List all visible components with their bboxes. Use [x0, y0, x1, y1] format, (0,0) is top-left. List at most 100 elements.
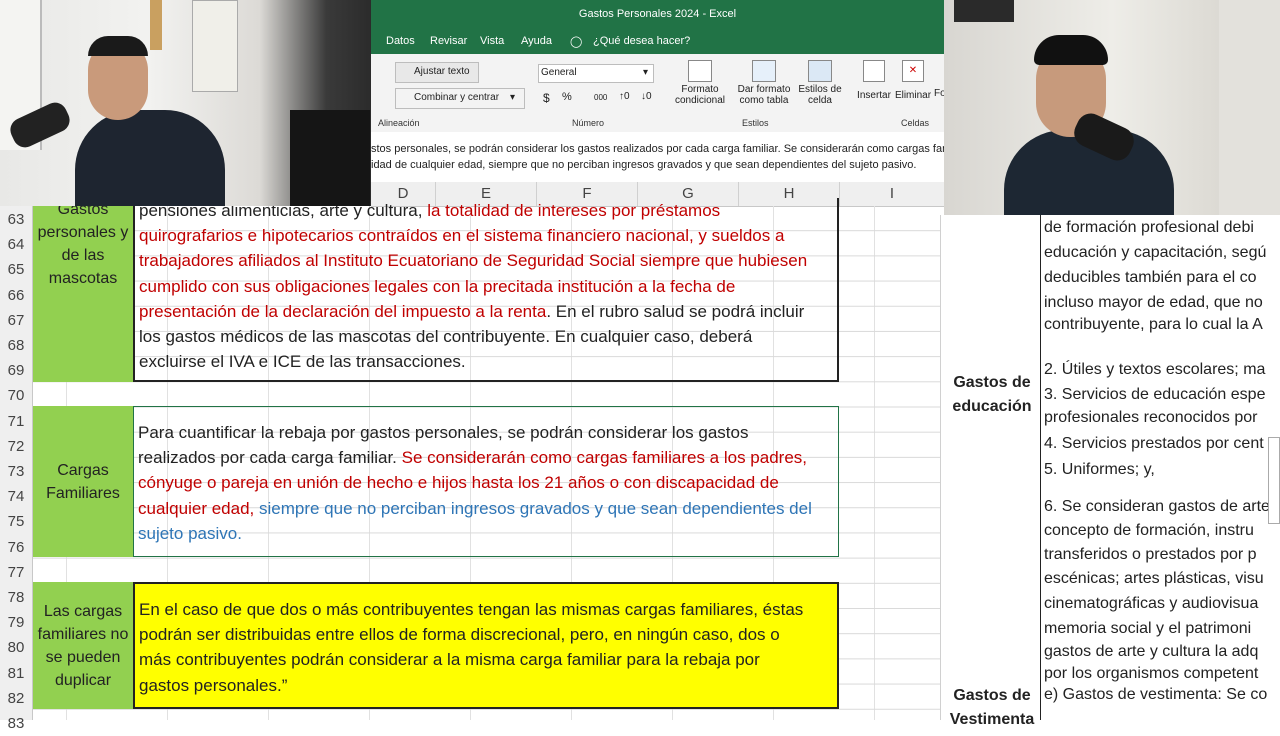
decrease-decimal-icon[interactable]: ↓0 [641, 91, 652, 102]
row-header[interactable]: 69 [0, 358, 32, 383]
text-line: trabajadores afiliados al Instituto Ecua… [139, 248, 833, 273]
formula-line: idad de cualquier edad, siempre que no p… [371, 159, 917, 171]
delete-button[interactable]: ✕ Eliminar [893, 60, 933, 101]
format-as-table-button[interactable]: Dar formato como tabla [733, 60, 795, 106]
row-header[interactable]: 81 [0, 661, 32, 686]
right-text-line: transferidos o prestados por p [1044, 546, 1257, 563]
menu-revisar[interactable]: Revisar [430, 35, 467, 47]
row-header[interactable]: 63 [0, 207, 32, 232]
format-table-label1: Dar formato [737, 84, 791, 95]
label-text: Cargas Familiares [46, 461, 120, 502]
text-run: trabajadores afiliados al Instituto Ecua… [139, 251, 808, 271]
right-text-line: por los organismos competent [1044, 665, 1259, 682]
text-run: la totalidad de intereses por préstamos [427, 201, 721, 220]
cell-grid[interactable]: Gastos personales y de las mascotas pens… [33, 198, 940, 720]
text-run: presentación de la declaración del impue… [139, 301, 547, 321]
menu-datos[interactable]: Datos [386, 35, 415, 47]
text-run: siempre que no perciban ingresos gravado… [258, 498, 812, 518]
table-icon [688, 60, 712, 82]
percent-button[interactable]: % [562, 91, 572, 103]
vertical-scrollbar-thumb[interactable] [1268, 437, 1280, 524]
text-line: cualquier edad, siempre que no perciban … [138, 496, 834, 521]
right-text-line: memoria social y el patrimoni [1044, 620, 1252, 637]
row-header[interactable]: 71 [0, 409, 32, 434]
cond-format-label1: Formato [681, 84, 719, 95]
row-header[interactable]: 80 [0, 635, 32, 660]
text-line: En el caso de que dos o más contribuyent… [139, 597, 833, 622]
text-run: más contribuyentes podrán considerar a l… [139, 650, 760, 670]
text-run: cumplido con sus obligaciones legales co… [139, 276, 736, 296]
right-text-line: profesionales reconocidos por [1044, 409, 1258, 426]
merged-cell-no-duplicar[interactable]: En el caso de que dos o más contribuyent… [133, 582, 839, 709]
row-header[interactable]: 73 [0, 459, 32, 484]
insert-button[interactable]: Insertar [854, 60, 894, 101]
right-text-line: deducibles también para el co [1044, 269, 1257, 286]
menu-ayuda[interactable]: Ayuda [521, 35, 552, 47]
cell-styles-label2: celda [808, 95, 832, 106]
right-text-line: 5. Uniformes; y, [1044, 461, 1155, 478]
right-text-line: 2. Útiles y textos escolares; ma [1044, 361, 1266, 378]
number-format-dropdown[interactable]: General ▾ [538, 64, 654, 83]
text-line: gastos personales.” [139, 673, 833, 698]
row-header[interactable]: 75 [0, 509, 32, 534]
chevron-down-icon: ▾ [643, 67, 649, 78]
number-format-value: General [541, 67, 577, 78]
right-text-line: concepto de formación, instru [1044, 522, 1254, 539]
row-header[interactable]: 77 [0, 560, 32, 585]
formula-bar[interactable]: stos personales, se podrán considerar lo… [371, 132, 954, 183]
merge-center-button[interactable]: Combinar y centrar ▾ [395, 88, 525, 109]
row-header[interactable]: 79 [0, 610, 32, 635]
row-header[interactable]: 72 [0, 434, 32, 459]
increase-decimal-icon[interactable]: ↑0 [619, 91, 630, 102]
right-text-line: escénicas; artes plásticas, visu [1044, 570, 1264, 587]
text-run: podrán ser distribuidas entre ellos de f… [139, 625, 780, 645]
row-header[interactable]: 83 [0, 711, 32, 736]
row-header[interactable]: 74 [0, 484, 32, 509]
merge-center-label: Combinar y centrar [414, 92, 500, 103]
text-run: . En el rubro salud se podrá incluir [546, 301, 805, 321]
cell-styles-label1: Estilos de [798, 84, 842, 95]
lightbulb-icon: ◯ [570, 36, 583, 48]
cell-styles-button[interactable]: Estilos de celda [795, 60, 845, 106]
label-text: Gastos personales y de las mascotas [37, 201, 129, 287]
text-line: sujeto pasivo. [138, 521, 834, 546]
right-pane-cells[interactable]: Gastos de educación Gastos de Vestimenta… [940, 215, 1280, 728]
right-text-line: 6. Se consideran gastos de arte [1044, 498, 1270, 515]
merged-cell-gastos-personales[interactable]: pensiones alimenticias, arte y cultura, … [133, 198, 839, 382]
delete-label: Eliminar [894, 90, 932, 101]
right-text-line: 3. Servicios de educación espe [1044, 386, 1266, 403]
text-line: podrán ser distribuidas entre ellos de f… [139, 622, 833, 647]
group-alignment: Alineación [378, 118, 420, 128]
tell-me-search[interactable]: ¿Qué desea hacer? [593, 35, 690, 47]
merged-cell-cargas-familiares[interactable]: Para cuantificar la rebaja por gastos pe… [133, 406, 839, 557]
table-icon [752, 60, 776, 82]
text-line: quirografarios e hipotecarios contraídos… [139, 223, 833, 248]
right-text-line: cinematográficas y audiovisua [1044, 595, 1259, 612]
wrap-text-label: Ajustar texto [414, 66, 470, 77]
menu-vista[interactable]: Vista [480, 35, 504, 47]
column-header[interactable]: I [840, 182, 944, 206]
label-cell-cargas-familiares[interactable]: Cargas Familiares [33, 406, 133, 557]
currency-button[interactable]: $ [543, 91, 550, 105]
formula-line: stos personales, se podrán considerar lo… [371, 143, 954, 155]
cond-format-label2: condicional [674, 95, 726, 106]
row-header[interactable]: 78 [0, 585, 32, 610]
wrap-text-button[interactable]: Ajustar texto [395, 62, 479, 83]
row-header[interactable]: 65 [0, 257, 32, 282]
text-line: excluirse el IVA e ICE de las transaccio… [139, 349, 833, 374]
right-text-line: educación y capacitación, segú [1044, 244, 1267, 261]
row-header[interactable]: 70 [0, 383, 32, 408]
row-header[interactable]: 66 [0, 283, 32, 308]
format-table-label2: como tabla [739, 95, 789, 106]
label-cell-gastos-personales[interactable]: Gastos personales y de las mascotas [33, 201, 133, 382]
conditional-format-button[interactable]: Formato condicional [668, 60, 732, 106]
label-cell-no-duplicar[interactable]: Las cargas familiares no se pueden dupli… [33, 582, 133, 709]
row-header[interactable]: 68 [0, 333, 32, 358]
text-run: Se considerarán como cargas familiares a… [401, 448, 808, 468]
right-text-line: incluso mayor de edad, que no [1044, 294, 1263, 311]
thousands-button[interactable]: 000 [594, 93, 607, 102]
row-header[interactable]: 76 [0, 535, 32, 560]
row-header[interactable]: 67 [0, 308, 32, 333]
row-header[interactable]: 82 [0, 686, 32, 711]
row-header[interactable]: 64 [0, 232, 32, 257]
